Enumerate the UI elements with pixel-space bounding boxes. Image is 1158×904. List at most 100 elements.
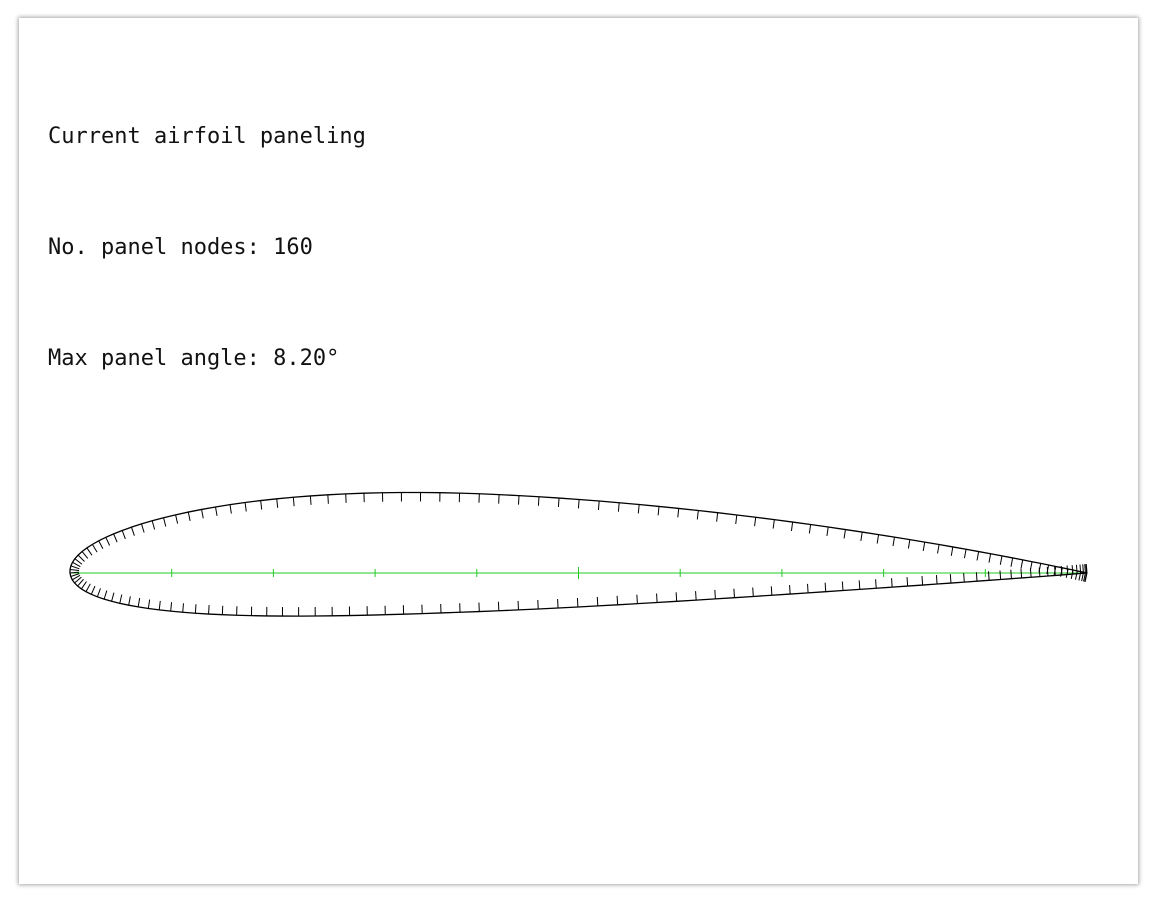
panel-node-tick (677, 508, 680, 518)
panel-node-tick (170, 602, 173, 612)
panel-node-tick (229, 504, 232, 514)
panel-node-tick (772, 519, 775, 529)
panel-node-tick (1046, 566, 1049, 577)
panel-node-tick (1010, 557, 1014, 567)
panel-node-tick (327, 494, 329, 504)
panel-node-tick (70, 565, 80, 570)
airfoil-outline (69, 491, 1088, 617)
panel-node-tick (119, 594, 123, 604)
panel-node-tick (695, 591, 697, 601)
panel-node-tick (86, 547, 93, 556)
panel-node-tick (187, 511, 191, 521)
panel-node-tick (182, 603, 184, 613)
panel-node-tick (875, 579, 877, 589)
panel-node-tick (963, 549, 967, 559)
panel-node-tick (922, 542, 926, 552)
panel-node-tick (1066, 565, 1069, 575)
panel-node-tick (935, 575, 938, 585)
panel-node-tick (111, 592, 115, 602)
panel-node-tick (85, 583, 91, 592)
panel-node-tick (121, 530, 126, 540)
panel-node-tick (69, 568, 80, 572)
panel-node-tick (74, 558, 83, 565)
panel-node-tick (714, 589, 716, 599)
panel-node-tick (963, 573, 965, 583)
panel-node-tick (770, 586, 773, 596)
panel-node-tick (103, 590, 108, 600)
panel-node-tick (906, 577, 909, 587)
panel-node-tick (1075, 564, 1078, 574)
panel-node-tick (858, 580, 861, 590)
panel-node-tick (826, 526, 829, 537)
panel-node-tick (876, 534, 880, 544)
panel-node-tick (1029, 568, 1032, 578)
panel-node-tick (1085, 563, 1088, 574)
panel-node-tick (843, 529, 846, 539)
panel-nodes-label: No. panel nodes: 160 (48, 235, 313, 260)
panel-node-tick (735, 514, 738, 524)
panel-node-tick (208, 605, 210, 615)
panel-node-tick (163, 517, 167, 527)
panel-node-tick (696, 510, 699, 520)
panel-node-tick (807, 583, 809, 593)
panel-node-tick (77, 554, 85, 562)
panel-node-tick (841, 581, 844, 591)
panel-node-tick (113, 533, 118, 543)
panel-node-tick (975, 572, 978, 582)
panel-node-tick (716, 512, 719, 522)
panel-node-tick (921, 576, 924, 586)
panel-node-tick (309, 495, 312, 505)
panel-node-tick (244, 502, 247, 512)
panel-node-tick (891, 578, 893, 588)
panel-node-tick (158, 600, 161, 610)
panel-node-tick (81, 581, 87, 590)
panel-node-tick (276, 498, 279, 508)
panel-node-tick (596, 596, 599, 606)
panel-node-tick (72, 561, 81, 568)
panel-node-tick (597, 500, 600, 511)
panel-node-tick (733, 588, 735, 598)
panel-node-tick (949, 574, 952, 584)
panel-node-tick (636, 594, 638, 604)
panel-node-tick (81, 551, 89, 559)
plot-window: Current airfoil paneling No. panel nodes… (19, 18, 1138, 884)
info-text: Current airfoil paneling No. panel nodes… (48, 44, 366, 451)
panel-node-tick (175, 514, 179, 524)
panel-node-tick (557, 498, 560, 508)
panel-node-tick (790, 522, 794, 532)
panel-node-tick (128, 596, 131, 606)
panel-node-tick (892, 537, 895, 547)
panel-node-tick (937, 544, 940, 554)
plot-title: Current airfoil paneling (48, 124, 366, 149)
panel-node-tick (537, 496, 540, 506)
panel-node-tick (292, 497, 295, 507)
panel-node-tick (1054, 566, 1056, 576)
panel-tick-group (69, 492, 1088, 617)
panel-node-tick (752, 587, 754, 597)
panel-node-tick (907, 539, 911, 549)
panel-node-tick (656, 593, 658, 603)
panel-node-tick (1020, 559, 1024, 569)
panel-node-tick (147, 599, 151, 609)
panel-node-tick (201, 509, 204, 519)
panel-node-tick (675, 592, 678, 602)
panel-node-tick (260, 500, 263, 510)
panel-node-tick (1079, 564, 1082, 574)
panel-node-tick (1038, 567, 1041, 577)
panel-node-tick (637, 504, 640, 514)
panel-node-tick (1071, 565, 1074, 575)
panel-node-tick (141, 523, 145, 533)
panel-node-tick (137, 597, 141, 607)
panel-node-tick (577, 499, 580, 509)
panel-node-tick (657, 506, 660, 516)
panel-node-tick (617, 502, 620, 512)
panel-node-tick (999, 555, 1003, 565)
panel-node-tick (860, 531, 863, 542)
panel-node-tick (808, 524, 812, 534)
panel-node-tick (616, 595, 619, 605)
panel-node-tick (999, 570, 1002, 580)
max-panel-angle-label: Max panel angle: 8.20° (48, 346, 340, 371)
panel-node-tick (976, 551, 980, 561)
chord-line-group (70, 567, 1087, 579)
panel-node-tick (1084, 564, 1086, 574)
